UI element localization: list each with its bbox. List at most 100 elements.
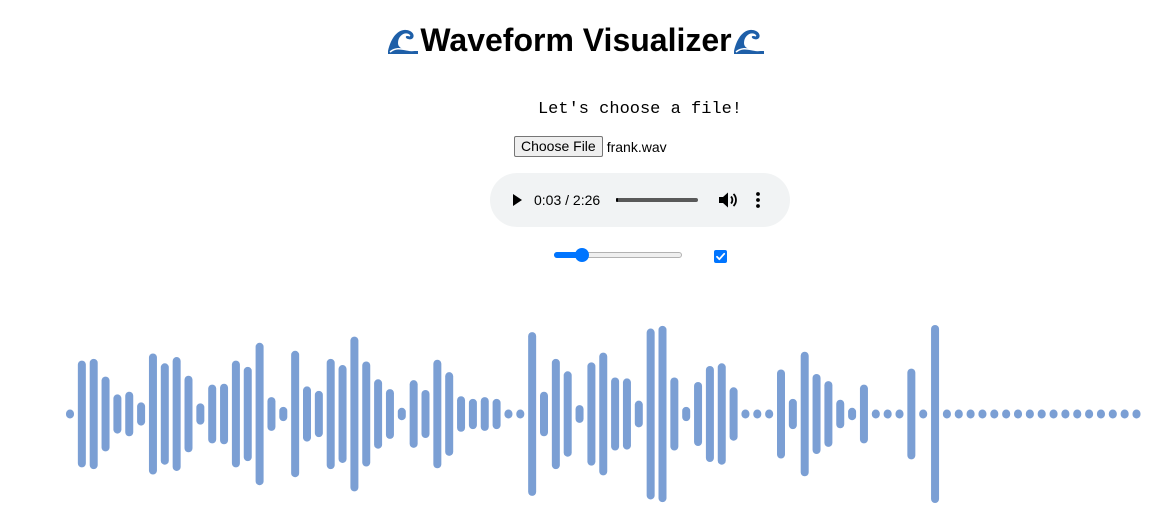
selected-file-name: frank.wav	[606, 138, 667, 155]
waveform-bar	[385, 389, 394, 439]
waveform-bar	[883, 409, 892, 419]
waveform-bar	[1085, 409, 1094, 419]
waveform-bar	[137, 402, 146, 426]
waveform-bar	[113, 394, 122, 434]
waveform-bar	[895, 409, 904, 419]
waveform-bar	[836, 399, 845, 429]
waveform-bar	[492, 398, 501, 430]
waveform-bar	[788, 398, 797, 430]
waveform-bar	[800, 351, 809, 477]
waveform-bar	[729, 387, 738, 441]
waveform-bar	[824, 381, 833, 447]
waveform-bar	[172, 357, 181, 471]
water-wave-icon	[388, 29, 419, 54]
waveform-bar	[125, 391, 134, 437]
waveform-bar	[646, 328, 655, 500]
page-title: Waveform Visualizer	[0, 20, 1152, 60]
waveform-bar	[1120, 409, 1129, 419]
waveform-bar	[89, 358, 98, 470]
waveform-bar	[457, 396, 466, 432]
waveform-bar	[1002, 409, 1011, 419]
waveform-bar	[314, 390, 323, 438]
seek-bar[interactable]	[616, 198, 698, 202]
waveform-bar	[267, 397, 276, 431]
waveform-bar	[966, 409, 975, 419]
time-display: 0:03 / 2:26	[534, 192, 601, 208]
waveform-bar	[1014, 409, 1022, 419]
waveform-bar	[634, 400, 643, 428]
waveform-bar	[101, 376, 110, 452]
waveform-bar	[480, 397, 489, 431]
waveform-bar	[587, 362, 596, 466]
audio-player[interactable]: 0:03 / 2:26	[490, 173, 790, 227]
choose-file-button[interactable]: Choose File	[514, 136, 603, 157]
waveform-bar	[255, 342, 264, 486]
waveform-bar	[291, 350, 300, 478]
waveform-bar	[208, 384, 217, 444]
waveform-bar	[670, 377, 679, 451]
waveform-bar	[231, 360, 240, 468]
waveform-bar	[243, 366, 252, 462]
waveform-bar	[528, 332, 537, 496]
volume-icon[interactable]	[718, 191, 738, 209]
waveform-bar	[326, 358, 335, 470]
waveform-bar	[741, 409, 750, 419]
waveform-bar	[374, 379, 383, 449]
waveform-bar	[279, 406, 288, 422]
waveform-bar	[705, 365, 714, 463]
waveform-bar	[682, 406, 691, 422]
waveform-bar	[848, 407, 857, 421]
waveform-bar	[1108, 409, 1117, 419]
waveform-bar	[1073, 409, 1082, 419]
waveform-bar	[622, 378, 631, 450]
waveform-bar	[694, 381, 703, 447]
range-slider-thumb[interactable]	[575, 248, 590, 262]
waveform-bar	[777, 369, 785, 459]
waveform-bar	[563, 371, 572, 457]
waveform-bar	[445, 372, 454, 456]
file-input[interactable]: Choose File frank.wav	[514, 136, 667, 157]
waveform-bar	[954, 409, 963, 419]
page-title-text: Waveform Visualizer	[420, 22, 732, 58]
waveform-bar	[859, 384, 868, 444]
waveform-bar	[160, 363, 169, 465]
waveform-bar	[468, 398, 477, 430]
waveform-bar	[1025, 409, 1034, 419]
waveform-bar	[658, 325, 667, 503]
waveform-bar	[362, 361, 371, 467]
water-wave-icon	[733, 29, 764, 54]
more-options-icon[interactable]	[755, 191, 761, 209]
waveform-bar	[575, 405, 584, 423]
choose-file-prompt: Let's choose a file!	[537, 100, 743, 119]
waveform-bar	[338, 365, 347, 463]
waveform-bar	[599, 352, 608, 476]
waveform-bar	[303, 386, 311, 442]
waveform-bar	[1049, 409, 1058, 419]
waveform-bar	[1096, 409, 1105, 419]
seek-bar-progress	[616, 198, 618, 202]
waveform-bar	[148, 353, 157, 475]
waveform-bar	[504, 409, 513, 419]
waveform-bar	[350, 336, 359, 492]
waveform-bar	[919, 409, 928, 419]
play-icon[interactable]	[510, 193, 524, 207]
waveform-bar	[753, 409, 762, 419]
waveform-bar	[421, 389, 430, 439]
waveform-bar	[942, 409, 951, 419]
waveform-bar	[765, 409, 774, 419]
waveform-bar	[1061, 409, 1070, 419]
range-slider[interactable]	[554, 248, 682, 262]
waveform-bar	[516, 409, 525, 419]
waveform-bar	[1132, 409, 1141, 419]
waveform-bar	[812, 373, 821, 455]
waveform-bar	[397, 407, 406, 421]
waveform-bar	[717, 363, 726, 465]
waveform-bar	[540, 391, 548, 437]
waveform-bar	[990, 409, 999, 419]
waveform-bar	[433, 359, 442, 469]
waveform-bar	[196, 403, 205, 425]
toggle-checkbox[interactable]	[714, 250, 727, 263]
waveform-bar	[220, 383, 229, 445]
waveform-bar	[551, 358, 560, 470]
waveform-bar	[66, 409, 74, 419]
